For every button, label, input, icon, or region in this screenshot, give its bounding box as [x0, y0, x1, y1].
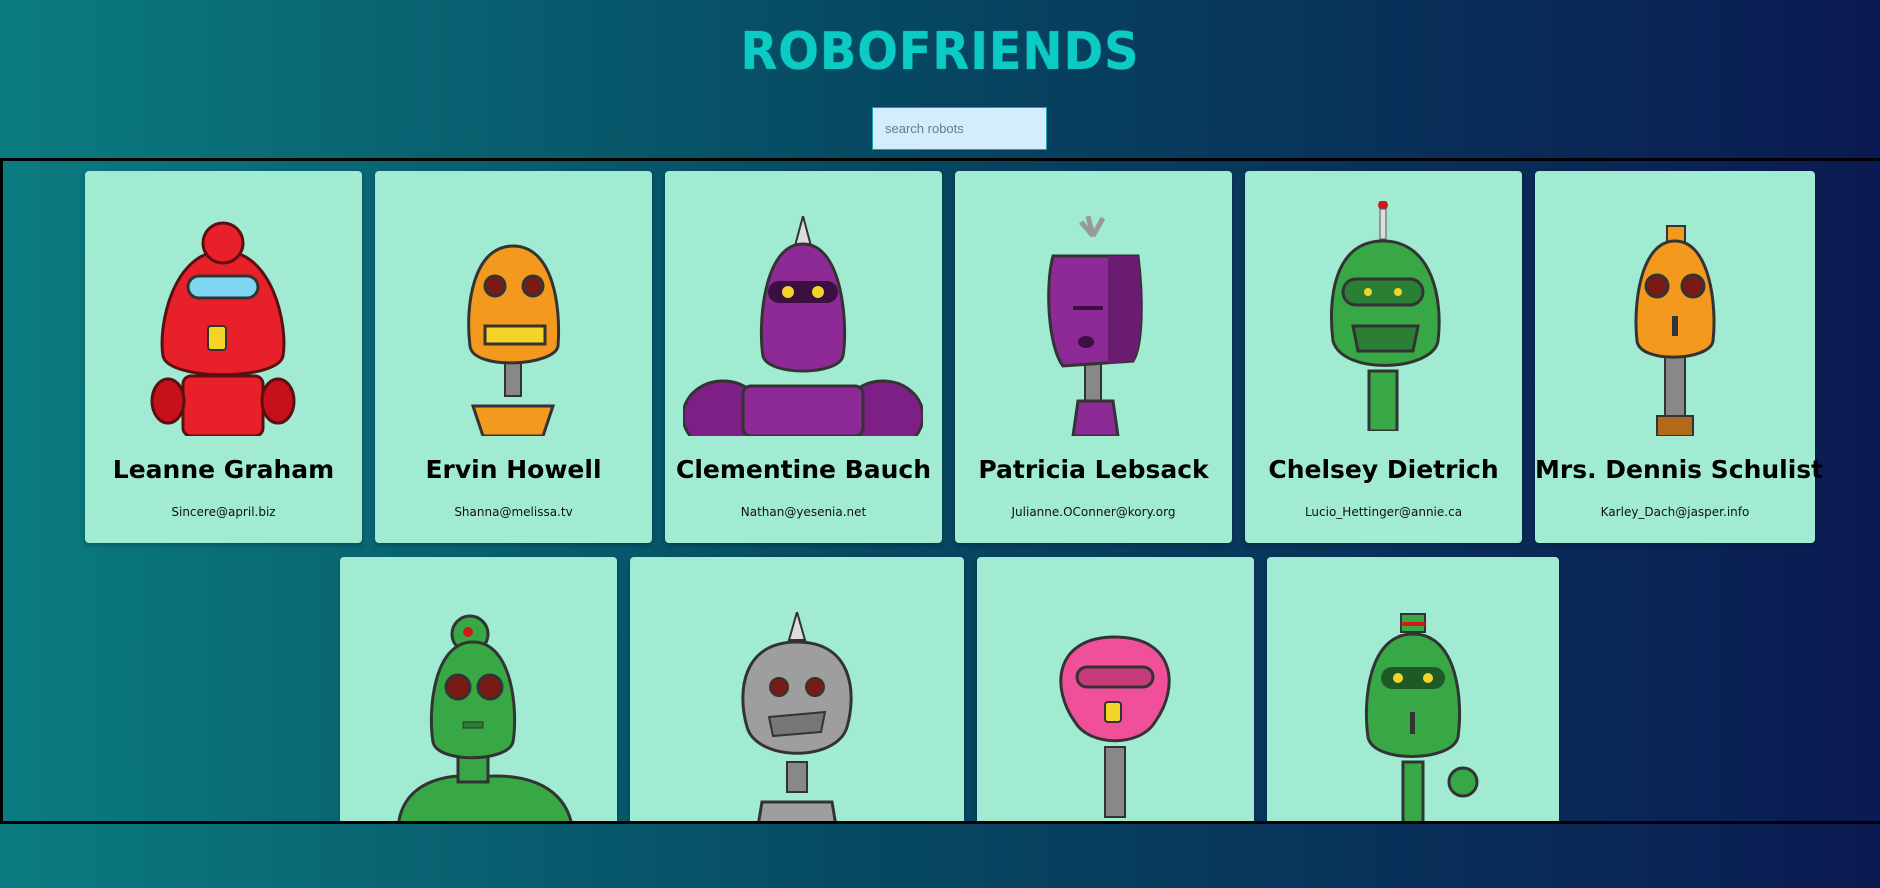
robot-name: Ervin Howell [425, 455, 602, 484]
robot-card[interactable]: Ervin Howell Shanna@melissa.tv [375, 171, 652, 543]
robot-email: Julianne.OConner@kory.org [1011, 505, 1176, 519]
app-title: ROBOFRIENDS [740, 22, 1140, 82]
robot-card-list[interactable]: Leanne Graham Sincere@april.biz Ervin Ho… [0, 158, 1880, 824]
robot-email: Karley_Dach@jasper.info [1600, 505, 1750, 519]
robot-email: Sincere@april.biz [171, 505, 276, 519]
search-input[interactable] [872, 107, 1047, 150]
robot-name: Patricia Lebsack [978, 455, 1209, 484]
robot-card[interactable]: Patricia Lebsack Julianne.OConner@kory.o… [955, 171, 1232, 543]
robot-email: Shanna@melissa.tv [454, 505, 573, 519]
robot-card[interactable]: Chelsey Dietrich Lucio_Hettinger@annie.c… [1245, 171, 1522, 543]
robot-avatar-icon [1365, 613, 1479, 821]
robot-avatar-icon [741, 612, 853, 821]
robot-avatar-icon [683, 216, 923, 436]
robot-avatar-icon [467, 244, 561, 436]
robot-name: Leanne Graham [112, 455, 335, 484]
robot-name: Clementine Bauch [676, 455, 931, 484]
robot-card[interactable]: Mrs. Dennis Schulist Karley_Dach@jasper.… [1535, 171, 1824, 543]
robot-email: Nathan@yesenia.net [740, 505, 867, 519]
robot-avatar-icon [1330, 201, 1441, 431]
robot-avatar-icon [1059, 635, 1171, 818]
robot-card[interactable]: Leanne Graham Sincere@april.biz [85, 171, 362, 543]
robot-avatar-icon [1634, 225, 1716, 436]
robot-card[interactable] [340, 557, 617, 821]
robot-avatar-icon [397, 614, 573, 821]
robot-card[interactable] [630, 557, 964, 821]
robot-name: Chelsey Dietrich [1268, 455, 1499, 484]
robot-card[interactable] [977, 557, 1254, 821]
robot-avatar-icon [1047, 216, 1143, 436]
robot-card[interactable] [1267, 557, 1559, 821]
robot-email: Lucio_Hettinger@annie.ca [1304, 505, 1463, 519]
robot-card[interactable]: Clementine Bauch Nathan@yesenia.net [665, 171, 942, 543]
robot-name: Mrs. Dennis Schulist [1535, 455, 1824, 484]
robot-avatar-icon [150, 221, 296, 436]
